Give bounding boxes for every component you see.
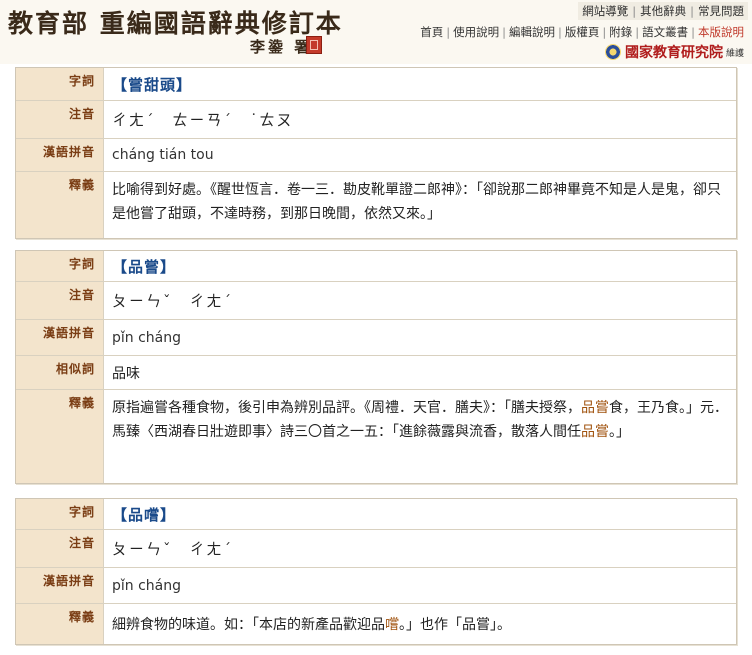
nav-copyright[interactable]: 版權頁 [565,25,600,39]
label-pinyin: 漢語拼音 [16,139,104,171]
entry-row-zhuyin: 注音 ㄔㄤˊ ㄊㄧㄢˊ ˙ㄊㄡ [16,101,736,139]
definition-text: 。」 [609,424,630,440]
entry-row-pinyin: 漢語拼音 pǐn cháng [16,568,736,604]
entry-row-zhuyin: 注音 ㄆㄧㄣˇ ㄔㄤˊ [16,530,736,568]
seal-icon [306,36,322,54]
label-definition: 釋義 [16,172,104,238]
highlight-term: 品嘗 [581,424,609,440]
entry-row-word: 字詞 【嘗甜頭】 [16,68,736,101]
label-pinyin: 漢語拼音 [16,320,104,355]
entry-row-definition: 釋義 細辨食物的味道。如：「本店的新產品歡迎品嚐。」也作「品嘗」。 [16,604,736,644]
main-nav: 首頁 | 使用說明 | 編輯說明 | 版權頁 | 附錄 | 語文叢書 | 本版說明 [420,25,744,39]
site-title[interactable]: 教育部 重編國語辭典修訂本 [8,4,343,40]
label-zhuyin: 注音 [16,530,104,567]
entry-zhuyin: ㄆㄧㄣˇ ㄔㄤˊ [112,540,234,558]
label-definition: 釋義 [16,604,104,644]
entry-zhuyin: ㄆㄧㄣˇ ㄔㄤˊ [112,292,234,310]
institute-name: 國家教育研究院 [624,45,723,61]
nav-edition-notes[interactable]: 本版說明 [698,25,744,39]
institute-note: 維護 [725,48,744,59]
entry-row-related: 相似詞 品味 [16,356,736,390]
entry-card: 字詞 【品嘗】 注音 ㄆㄧㄣˇ ㄔㄤˊ 漢語拼音 pǐn cháng 相似詞 品… [15,250,737,484]
entry-row-pinyin: 漢語拼音 cháng tián tou [16,139,736,172]
top-links: 網站導覽 | 其他辭典 | 常見問題 [578,2,748,20]
entry-card: 字詞 【嘗甜頭】 注音 ㄔㄤˊ ㄊㄧㄢˊ ˙ㄊㄡ 漢語拼音 cháng tián… [15,67,737,239]
nav-editing[interactable]: 編輯說明 [509,25,555,39]
entry-definition: 細辨食物的味道。如：「本店的新產品歡迎品嚐。」也作「品嘗」。 [104,604,736,644]
label-related: 相似詞 [16,356,104,389]
label-zhuyin: 注音 [16,101,104,138]
highlight-term: 品嘗 [581,400,609,416]
label-zhuyin: 注音 [16,282,104,319]
label-pinyin: 漢語拼音 [16,568,104,603]
label-definition: 釋義 [16,390,104,483]
definition-text: 原指遍嘗各種食物，後引申為辨別品評。《周禮．天官．膳夫》：「膳夫授祭， [112,400,581,416]
label-word: 字詞 [16,251,104,281]
site-header: 教育部 重編國語辭典修訂本 李鍌 署 網站導覽 | 其他辭典 | 常見問題 首頁 | 使用說… [0,0,752,64]
entry-zhuyin: ㄔㄤˊ ㄊㄧㄢˊ ˙ㄊㄡ [112,111,294,129]
entry-word: 【品嚐】 [112,505,177,524]
entry-row-pinyin: 漢語拼音 pǐn cháng [16,320,736,356]
nav-home[interactable]: 首頁 [420,25,443,39]
entry-related-word[interactable]: 品味 [112,363,140,383]
nav-series[interactable]: 語文叢書 [642,25,688,39]
highlight-term: 嚐 [385,617,399,633]
entry-row-word: 字詞 【品嚐】 [16,499,736,530]
link-site-map[interactable]: 網站導覽 [582,3,628,19]
entry-pinyin: cháng tián tou [112,147,214,163]
entry-pinyin: pǐn cháng [112,329,182,346]
entry-card: 字詞 【品嚐】 注音 ㄆㄧㄣˇ ㄔㄤˊ 漢語拼音 pǐn cháng 釋義 細辨… [15,498,737,645]
entry-row-word: 字詞 【品嘗】 [16,251,736,282]
institute-emblem-icon [604,44,621,60]
institute-link[interactable]: 國家教育研究院 維護 [604,42,744,62]
label-word: 字詞 [16,499,104,529]
entry-row-definition: 釋義 比喻得到好處。《醒世恆言．卷一三．勘皮靴單證二郎神》：「卻說那二郎神畢竟不… [16,172,736,238]
link-other-dictionaries[interactable]: 其他辭典 [640,3,686,19]
calligrapher-signature: 李鍌 署 [250,38,313,56]
entry-definition: 比喻得到好處。《醒世恆言．卷一三．勘皮靴單證二郎神》：「卻說那二郎神畢竟不知是人… [112,182,721,222]
entry-row-zhuyin: 注音 ㄆㄧㄣˇ ㄔㄤˊ [16,282,736,320]
label-word: 字詞 [16,68,104,100]
definition-text: 。」也作「品嘗」。 [399,617,511,633]
entry-pinyin: pǐn cháng [112,577,182,594]
link-faq[interactable]: 常見問題 [698,3,744,19]
nav-usage[interactable]: 使用說明 [453,25,499,39]
nav-appendix[interactable]: 附錄 [609,25,632,39]
entry-word: 【品嘗】 [112,257,177,276]
definition-text: 細辨食物的味道。如：「本店的新產品歡迎品 [112,617,385,633]
entry-word: 【嘗甜頭】 [112,75,193,94]
entry-row-definition: 釋義 原指遍嘗各種食物，後引申為辨別品評。《周禮．天官．膳夫》：「膳夫授祭，品嘗… [16,390,736,483]
entry-definition: 原指遍嘗各種食物，後引申為辨別品評。《周禮．天官．膳夫》：「膳夫授祭，品嘗食，王… [104,390,736,483]
